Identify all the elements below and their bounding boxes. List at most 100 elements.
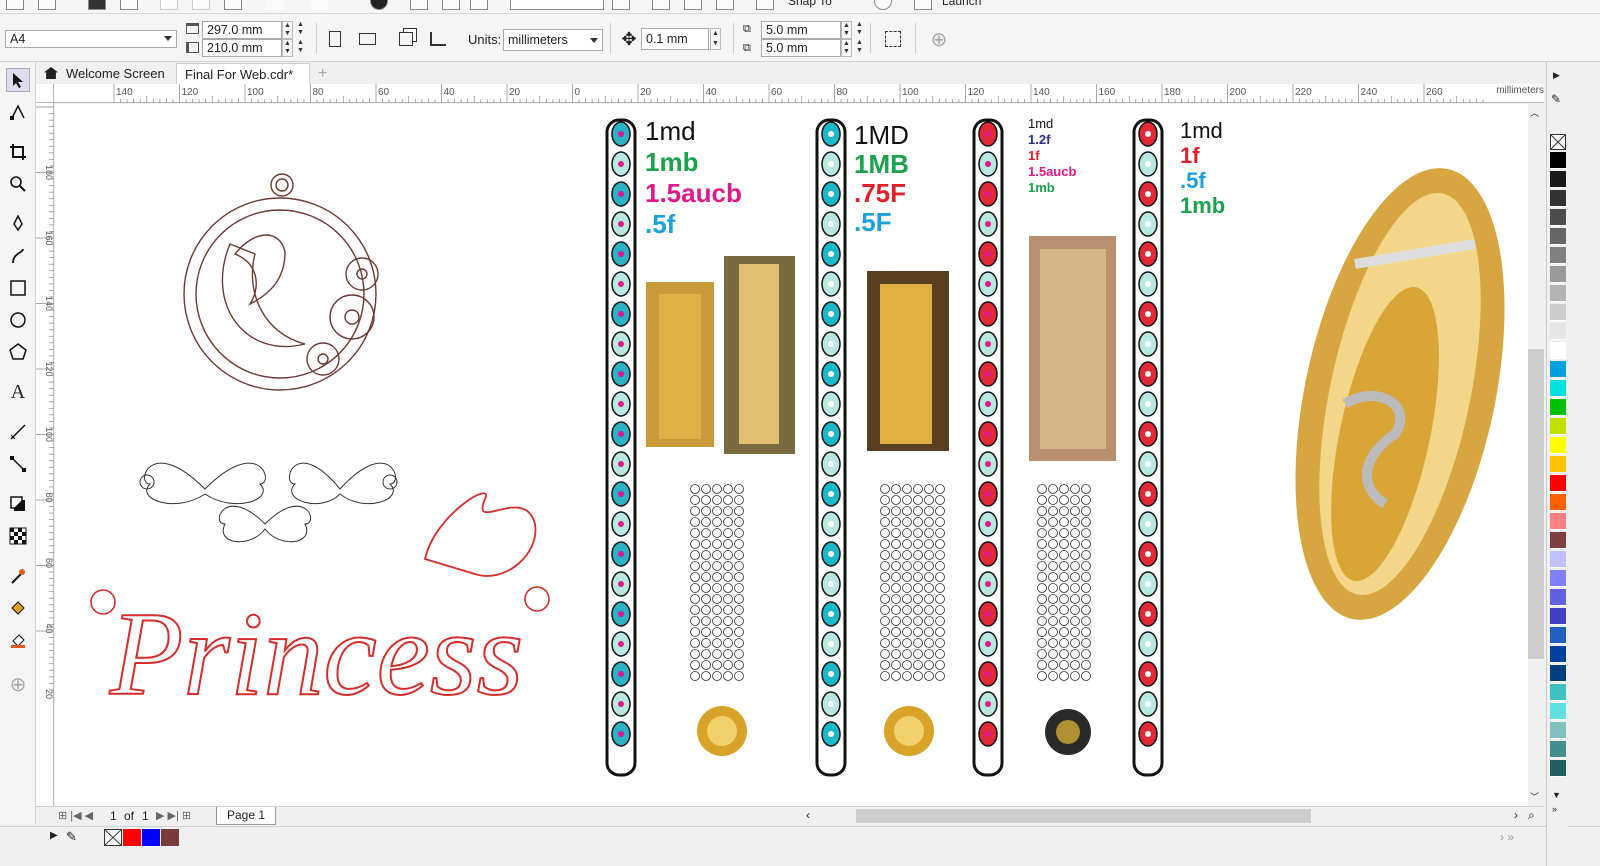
doc-color-swatch[interactable] [123,829,141,846]
duplicate-y-field[interactable]: 5.0 mm [761,39,841,57]
guidelines-icon[interactable] [716,0,734,10]
bangle-strip-1[interactable] [605,118,637,777]
paste-icon[interactable] [224,0,242,10]
save-icon[interactable] [88,0,106,10]
zoom-tool-icon[interactable] [6,172,30,196]
dup-y-spinner[interactable]: ▲ ▼ [841,39,852,57]
ruler-origin[interactable] [36,84,54,103]
color-swatch[interactable] [1550,684,1566,701]
launch-label[interactable]: Launch [942,0,981,8]
color-swatch[interactable] [1550,608,1566,625]
shape-tool-icon[interactable] [6,100,30,124]
doc-color-swatch[interactable] [161,829,179,846]
bangle-strip-4[interactable] [1132,118,1164,777]
text-tool-icon[interactable]: A [6,380,30,404]
tab-welcome-screen[interactable]: Welcome Screen [36,63,176,84]
color-swatch[interactable] [1550,703,1566,720]
moon-pendant-drawing[interactable] [183,173,379,391]
drop-shadow-icon[interactable] [6,492,30,516]
color-swatch[interactable] [1550,456,1566,473]
search-content-icon[interactable] [370,0,388,10]
freehand-tool-icon[interactable] [6,212,30,236]
full-screen-icon[interactable] [612,0,630,10]
duplicate-x-field[interactable]: 5.0 mm [761,21,841,39]
color-swatch[interactable] [1550,741,1566,758]
color-swatch[interactable] [1550,247,1566,264]
cut-icon[interactable] [160,0,178,10]
palette-scroll-down-icon[interactable]: ▼ [1552,790,1561,800]
horizontal-ruler[interactable]: 140 120 100 80 60 40 20 0 20 40 60 80 100 120 140 160 18… [54,84,1544,103]
scroll-right-icon[interactable]: › [1514,808,1518,822]
page-size-dropdown[interactable]: A4 [5,30,177,48]
nudge-spinner[interactable]: ▲ ▼ [710,28,721,50]
scroll-left-icon[interactable]: ‹ [806,808,810,822]
palette-scroll-icon[interactable]: › » [1500,830,1514,844]
units-dropdown[interactable]: millimeters [503,29,603,51]
first-page-icon[interactable]: ⊞ |◀ ◀ [58,809,93,822]
landscape-icon[interactable] [355,27,379,51]
add-tool-icon[interactable]: ⊕ [6,672,30,696]
princess-nameplate-drawing[interactable]: Princess [90,492,550,721]
treat-as-filled-icon[interactable] [881,27,905,51]
scroll-up-icon[interactable]: ︿ [1530,106,1539,119]
pick-tool-icon[interactable] [6,68,30,92]
color-swatch[interactable] [1550,627,1566,644]
color-swatch[interactable] [1550,494,1566,511]
color-swatch[interactable] [1550,304,1566,321]
bangle-strip-3[interactable] [972,118,1004,777]
all-pages-icon[interactable] [394,27,418,51]
zoom-navigator-icon[interactable]: ⌕ [1528,808,1535,823]
portrait-icon[interactable] [323,27,347,51]
crop-tool-icon[interactable] [6,140,30,164]
color-swatch[interactable] [1550,361,1566,378]
color-swatch[interactable] [1550,190,1566,207]
color-swatch[interactable] [1550,722,1566,739]
color-swatch[interactable] [1550,532,1566,549]
smart-fill-icon[interactable] [6,628,30,652]
color-swatch[interactable] [1550,380,1566,397]
stone-pattern-drawings[interactable] [690,484,1091,681]
width-spinner-right[interactable]: ▲ ▼ [295,21,306,39]
ellipse-tool-icon[interactable] [6,308,30,332]
color-swatch[interactable] [1550,342,1566,359]
palette-more-icon[interactable]: » [1552,804,1557,814]
width-spinner[interactable]: ▲ ▼ [282,21,293,39]
color-swatch[interactable] [1550,152,1566,169]
next-page-icon[interactable]: ▶ ▶| ⊞ [156,809,191,822]
vertical-scrollbar[interactable]: ︿ ﹀ [1528,104,1544,806]
color-swatch[interactable] [1550,399,1566,416]
open-icon[interactable] [38,0,56,10]
scroll-down-icon[interactable]: ﹀ [1530,790,1539,803]
artistic-media-icon[interactable] [6,244,30,268]
no-color-swatch[interactable] [1550,134,1566,150]
round-motifs[interactable] [697,706,1091,756]
no-color-swatch[interactable] [104,829,122,846]
options-gear-icon[interactable] [874,0,892,10]
print-icon[interactable] [120,0,138,10]
color-swatch[interactable] [1550,589,1566,606]
color-swatch[interactable] [1550,570,1566,587]
vertical-scroll-thumb[interactable] [1528,349,1544,659]
horizontal-scroll-thumb[interactable] [856,809,1311,823]
interactive-fill-icon[interactable] [6,596,30,620]
connector-tool-icon[interactable] [6,452,30,476]
color-swatch[interactable] [1550,266,1566,283]
butterflies-drawing[interactable] [139,462,398,543]
height-spinner[interactable]: ▲ ▼ [282,39,293,57]
snap-to-label[interactable]: Snap To [788,0,832,8]
color-swatch[interactable] [1550,760,1566,777]
rulers-icon[interactable] [652,0,670,10]
eyedropper-icon[interactable]: ✎ [1551,92,1561,106]
expand-arrow-icon[interactable]: ▶ [50,830,58,841]
bangle-strip-2[interactable] [815,118,847,777]
grid-icon[interactable] [684,0,702,10]
page-1-tab[interactable]: Page 1 [216,807,277,825]
tab-final-for-web[interactable]: Final For Web.cdr* [176,63,310,84]
vertical-ruler[interactable]: 180 160 140 120 100 80 60 40 20 [36,103,54,806]
zoom-level-field[interactable] [510,0,604,10]
export-icon[interactable] [442,0,460,10]
dup-x-spinner-right[interactable]: ▲ ▼ [854,21,865,39]
color-swatch[interactable] [1550,209,1566,226]
reference-photos[interactable] [646,236,1116,461]
new-tab-plus-icon[interactable]: + [310,63,335,84]
